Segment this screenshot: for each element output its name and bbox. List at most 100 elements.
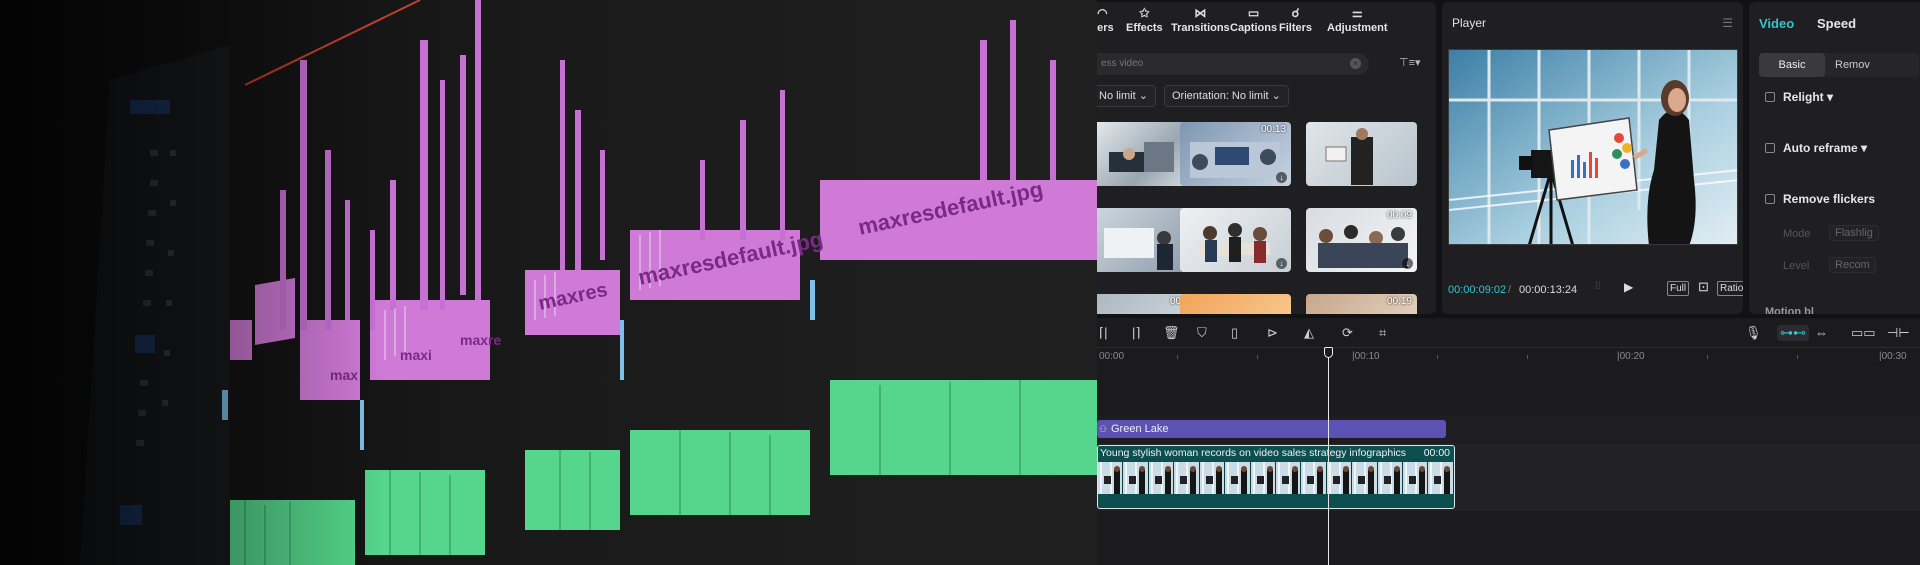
rotate-icon[interactable]: ⟳ <box>1342 325 1353 341</box>
timeline-panel: ⌈| |⌉ 🗑 ⛉ ▯ ⊳ ◭ ⟳ ⌗ 🎙 ⊶⊷ ⇔ ▭▭ ⊣⊢ 00:00 |… <box>1097 318 1920 565</box>
tab-transitions[interactable]: ⋈ Transitions <box>1171 5 1230 35</box>
remove-flickers-option[interactable]: Remove flickers <box>1765 192 1875 206</box>
filmstrip-frame <box>1174 462 1200 494</box>
tab-filters[interactable]: ☌ Filters <box>1279 5 1313 35</box>
filters-circles-icon: ☌ <box>1291 5 1300 20</box>
tab-stickers-label: kers <box>1097 22 1114 34</box>
delete-icon[interactable]: 🗑 <box>1163 325 1180 341</box>
ratio-button[interactable]: Ratio <box>1717 281 1743 296</box>
marker-shield-icon[interactable]: ⛉ <box>1197 325 1207 341</box>
orientation-filter-dropdown[interactable]: Orientation: No limit ⌄ <box>1164 85 1289 107</box>
tab-effects-label: Effects <box>1126 22 1163 34</box>
search-input[interactable]: ess video × <box>1097 53 1369 75</box>
current-timecode: 00:00:09:02 <box>1448 284 1507 296</box>
effect-clip[interactable]: ⚇ Green Lake <box>1097 420 1446 438</box>
download-icon[interactable]: ↓ <box>1402 258 1413 269</box>
thumbnail-image <box>1200 223 1270 263</box>
split-right-icon[interactable]: |⌉ <box>1132 325 1140 341</box>
screenshot-root: maxres maxresdefault.jpg maxresdefault.j… <box>0 0 1920 565</box>
play-icon[interactable]: ▶ <box>1624 280 1633 294</box>
filmstrip-frame <box>1428 462 1454 494</box>
orientation-filter-label: Orientation: No limit <box>1172 90 1269 102</box>
properties-segment: Basic Remov <box>1759 53 1919 77</box>
transitions-bowtie-icon: ⋈ <box>1194 5 1207 20</box>
tab-filters-label: Filters <box>1279 22 1313 34</box>
ruler-label: |00:30 <box>1879 351 1907 362</box>
level-select[interactable]: Recom <box>1829 257 1876 273</box>
tab-video[interactable]: Video <box>1759 16 1794 31</box>
duration-filter-dropdown[interactable]: No limit ⌄ <box>1097 85 1156 107</box>
auto-reframe-option[interactable]: Auto reframe ▾ <box>1765 141 1867 155</box>
captions-icon: ▭ <box>1247 5 1260 20</box>
clip-filmstrip <box>1098 462 1454 494</box>
tab-adjustment[interactable]: ⚌ Adjustment <box>1327 5 1388 35</box>
download-icon[interactable]: ↓ <box>1276 258 1287 269</box>
link-clips-icon[interactable]: ⇔ <box>1815 325 1828 340</box>
chevron-down-icon: ⌄ <box>1271 90 1281 102</box>
timeline-view-icon[interactable]: ⁞⁞ <box>1595 281 1601 292</box>
segment-basic[interactable]: Basic <box>1759 53 1825 77</box>
preview-axis-icon[interactable]: ▭▭ <box>1851 325 1876 341</box>
video-clip-duration: 00:00 <box>1420 447 1450 459</box>
remove-flickers-checkbox[interactable] <box>1765 194 1775 204</box>
auto-reframe-label: Auto reframe <box>1783 141 1858 155</box>
video-thumbnail[interactable]: ↓ <box>1180 208 1291 272</box>
playhead-handle[interactable] <box>1324 347 1333 358</box>
download-icon[interactable]: ↓ <box>1276 172 1287 183</box>
ruler-label: 00:00 <box>1099 351 1125 362</box>
tab-speed[interactable]: Speed <box>1817 16 1856 31</box>
ruler-tick <box>1797 355 1798 359</box>
tab-stickers[interactable]: ◠ kers <box>1097 5 1114 35</box>
chevron-down-icon: ⌄ <box>1138 90 1148 102</box>
filmstrip-frame <box>1199 462 1226 494</box>
main-track-magnet-icon[interactable]: ⊶⊷ <box>1777 325 1809 341</box>
video-thumbnail[interactable]: 00:13 ↓ <box>1180 122 1291 186</box>
speed-play-icon[interactable]: ⊳ <box>1267 325 1278 341</box>
clear-search-icon[interactable]: × <box>1350 58 1361 69</box>
player-panel: Player ☰ 00:00:09:02 / 00:00:13:24 ⁞⁞ ▶ … <box>1442 2 1743 314</box>
video-thumbnail[interactable] <box>1180 294 1291 314</box>
player-preview[interactable] <box>1448 49 1738 245</box>
snap-icon[interactable]: ⊣⊢ <box>1887 325 1910 341</box>
filter-sort-icon[interactable]: ⊤≡▾ <box>1399 56 1421 69</box>
thumbnail-duration: 00:19 <box>1386 296 1412 307</box>
tab-effects[interactable]: ✩ Effects <box>1126 5 1163 35</box>
remove-flickers-label: Remove flickers <box>1783 192 1876 206</box>
filmstrip-frame <box>1148 462 1175 494</box>
snapshot-icon[interactable]: ⊡ <box>1698 279 1709 295</box>
tab-captions-label: Captions <box>1230 22 1278 34</box>
freeze-frame-icon[interactable]: ▯ <box>1231 325 1238 341</box>
editing-monitor-photo: maxres maxresdefault.jpg maxresdefault.j… <box>0 0 1097 565</box>
video-thumbnail[interactable] <box>1306 122 1417 186</box>
split-left-icon[interactable]: ⌈| <box>1099 325 1107 341</box>
ruler-tick <box>1257 355 1258 359</box>
timecode-separator: / <box>1508 284 1512 296</box>
effects-star-icon: ✩ <box>1139 5 1150 20</box>
segment-remove[interactable]: Remov <box>1835 53 1870 77</box>
crop-icon[interactable]: ⌗ <box>1379 325 1386 341</box>
properties-panel: Video Speed Basic Remov Relight ▾ Auto r… <box>1749 2 1920 314</box>
tab-captions[interactable]: ▭ Captions <box>1230 5 1278 35</box>
mode-select[interactable]: Flashlig <box>1829 225 1879 241</box>
relight-option[interactable]: Relight ▾ <box>1765 90 1833 104</box>
auto-reframe-checkbox[interactable] <box>1765 143 1775 153</box>
filmstrip-frame <box>1301 462 1327 494</box>
mirror-icon[interactable]: ◭ <box>1304 325 1314 341</box>
ruler-tick <box>1177 355 1178 359</box>
video-thumbnail[interactable]: 00:19 <box>1306 294 1417 314</box>
caret-down-icon: ▾ <box>1857 141 1868 155</box>
relight-checkbox[interactable] <box>1765 92 1775 102</box>
media-tab-bar: ◠ kers ✩ Effects ⋈ Transitions ▭ Caption… <box>1097 2 1436 40</box>
relight-label: Relight <box>1783 90 1824 104</box>
microphone-icon[interactable]: 🎙 <box>1745 325 1762 341</box>
full-button[interactable]: Full <box>1667 281 1690 296</box>
video-clip-label: Young stylish woman records on video sal… <box>1100 447 1407 459</box>
menu-icon[interactable]: ☰ <box>1722 16 1733 30</box>
video-thumbnail[interactable]: 00:09 ↓ <box>1306 208 1417 272</box>
tab-adjustment-label: Adjustment <box>1327 22 1388 34</box>
tab-transitions-label: Transitions <box>1171 22 1230 34</box>
video-clip[interactable]: Young stylish woman records on video sal… <box>1097 445 1455 509</box>
ruler-tick <box>1527 355 1528 359</box>
playhead[interactable] <box>1328 347 1329 565</box>
video-editor: ◠ kers ✩ Effects ⋈ Transitions ▭ Caption… <box>1097 0 1920 565</box>
